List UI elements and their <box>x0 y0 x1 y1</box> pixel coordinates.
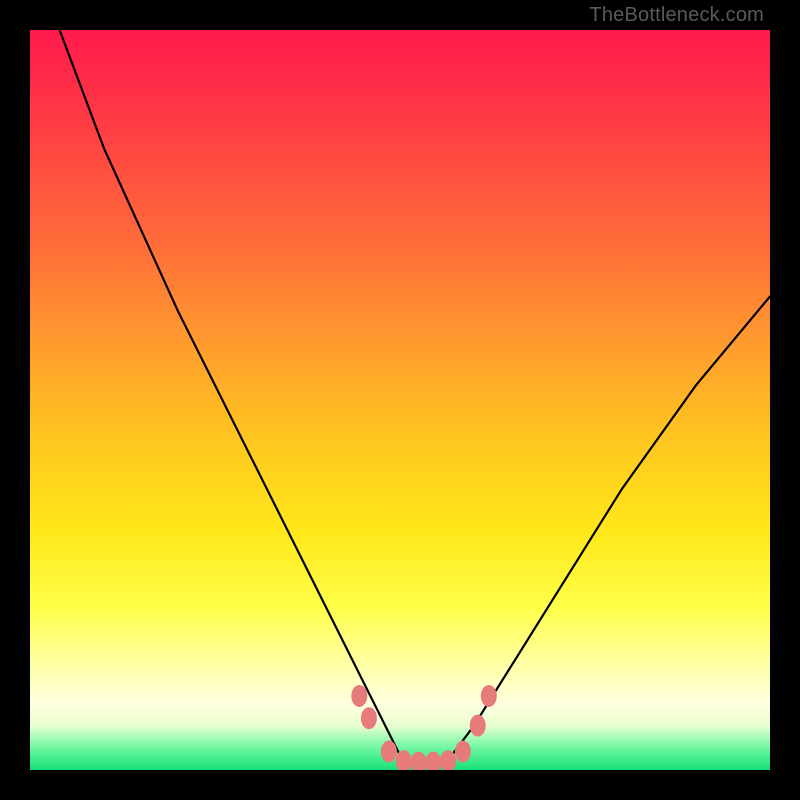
curve-marker <box>455 741 471 763</box>
chart-frame: TheBottleneck.com <box>0 0 800 800</box>
curve-markers <box>351 685 497 770</box>
curve-marker <box>411 752 427 770</box>
plot-area <box>30 30 770 770</box>
curve-marker <box>425 752 441 770</box>
curve-marker <box>481 685 497 707</box>
curve-marker <box>351 685 367 707</box>
curve-marker <box>470 715 486 737</box>
curve-svg <box>30 30 770 770</box>
bottleneck-curve <box>60 30 770 763</box>
curve-marker <box>381 741 397 763</box>
curve-marker <box>361 707 377 729</box>
watermark-text: TheBottleneck.com <box>589 4 764 27</box>
